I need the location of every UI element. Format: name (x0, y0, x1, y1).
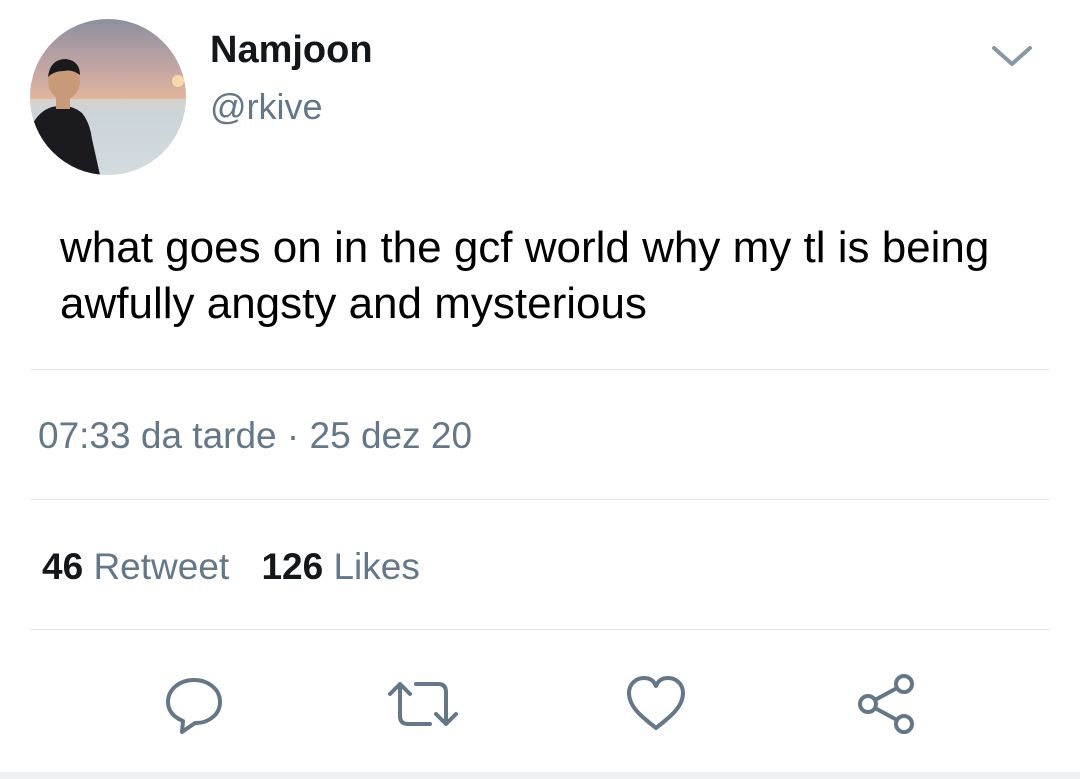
share-icon[interactable] (854, 672, 918, 736)
retweets-count: 46 (42, 546, 84, 587)
tweet-timestamp[interactable]: 07:33 da tarde · 25 dez 20 (38, 414, 472, 458)
divider (30, 629, 1050, 630)
divider (30, 369, 1050, 370)
tweet-stats: 46 Retweet 126 Likes (42, 545, 442, 589)
retweet-icon[interactable] (386, 672, 458, 736)
tweet-text: what goes on in the gcf world why my tl … (60, 223, 990, 328)
divider (30, 499, 1050, 500)
retweets-stat[interactable]: 46 Retweet (42, 545, 229, 589)
likes-count: 126 (261, 546, 324, 587)
like-icon[interactable] (624, 672, 688, 736)
tweet-detail: Namjoon @rkive what goes on in the gcf w… (0, 0, 1080, 779)
avatar[interactable] (30, 19, 186, 175)
likes-label: Likes (333, 546, 420, 587)
retweets-label: Retweet (93, 546, 230, 587)
author-handle[interactable]: @rkive (210, 86, 323, 128)
reply-icon[interactable] (162, 672, 226, 736)
bottom-border (0, 772, 1080, 779)
likes-stat[interactable]: 126 Likes (261, 545, 419, 589)
chevron-down-icon[interactable] (990, 40, 1034, 70)
author-display-name[interactable]: Namjoon (210, 28, 373, 72)
avatar-photo (30, 19, 186, 175)
